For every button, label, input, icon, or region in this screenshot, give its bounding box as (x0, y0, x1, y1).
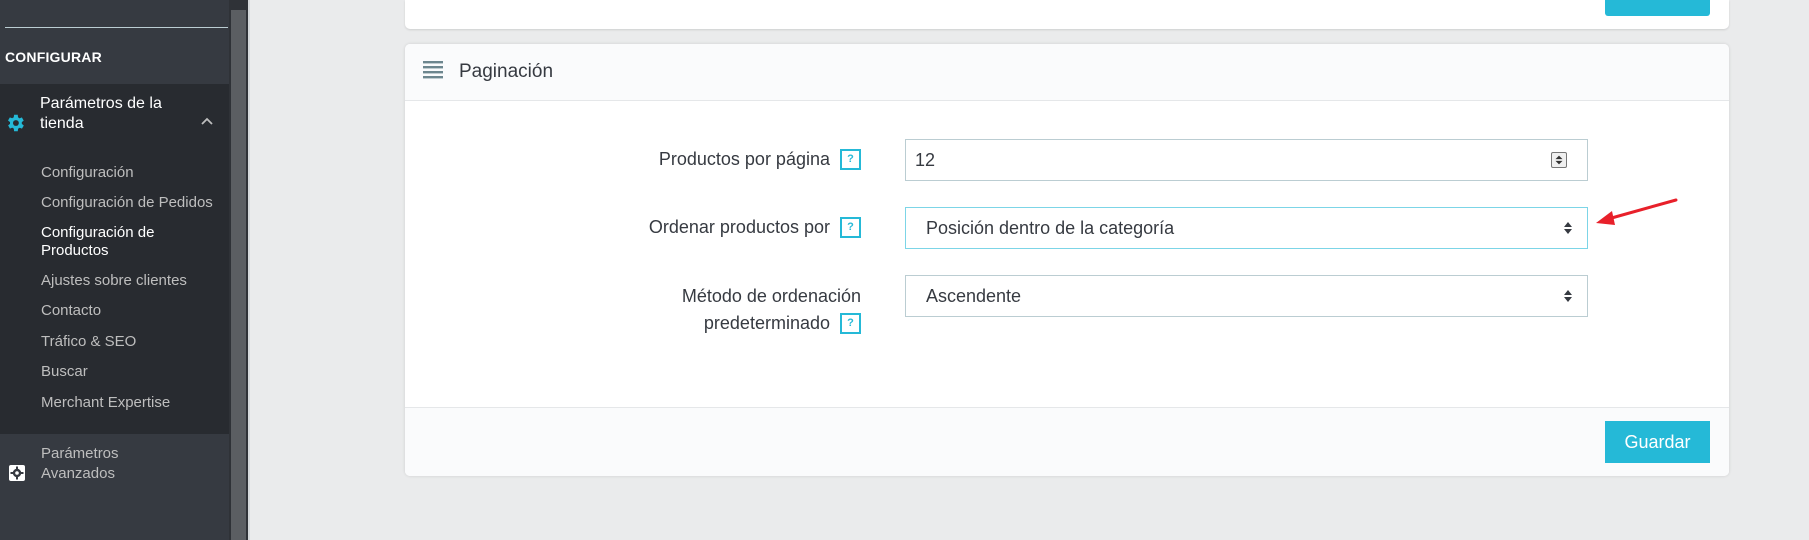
help-icon[interactable]: ? (840, 312, 861, 334)
settings-box-icon (9, 465, 25, 481)
annotation-arrow-icon (1596, 198, 1678, 225)
sidebar-gutter (248, 0, 250, 540)
default-order-method-value: Ascendente (926, 286, 1022, 306)
sidebar-divider (5, 27, 228, 28)
products-per-page-value: 12 (915, 150, 936, 170)
sidebar-item-trafico-seo[interactable]: Tráfico & SEO (41, 333, 136, 351)
pagination-panel: Paginación Productos por página? 12 Orde… (405, 44, 1729, 476)
chevron-up-icon[interactable] (200, 114, 214, 128)
products-per-page-label: Productos por página? (659, 146, 861, 173)
save-button[interactable]: Guardar (1605, 421, 1710, 463)
sidebar-group-store-params: Parámetros de la tienda Configuración Co… (0, 84, 229, 434)
sidebar-item-advanced[interactable]: Parámetros Avanzados (0, 437, 229, 497)
sidebar-group-header[interactable]: Parámetros de la tienda (0, 84, 229, 160)
sidebar-item-config-pedidos[interactable]: Configuración de Pedidos (41, 194, 213, 212)
order-products-select[interactable]: Posición dentro de la categoría (905, 207, 1588, 249)
sidebar-scrollbar-thumb[interactable] (231, 10, 246, 540)
sidebar-item-config-productos[interactable]: Configuración de Productos (41, 224, 221, 260)
previous-panel-save-button[interactable] (1605, 0, 1710, 16)
select-arrows-icon (1564, 222, 1572, 234)
list-icon (423, 61, 443, 79)
sidebar: CONFIGURAR Parámetros de la tienda Confi… (0, 0, 229, 540)
order-products-label-text: Ordenar productos por (648, 217, 830, 237)
select-arrows-icon (1564, 290, 1572, 302)
sidebar-item-ajustes-clientes[interactable]: Ajustes sobre clientes (41, 272, 187, 290)
default-order-method-label: Método de ordenación predeterminado? (682, 283, 861, 337)
help-icon[interactable]: ? (840, 216, 861, 238)
sidebar-item-buscar[interactable]: Buscar (41, 363, 88, 381)
default-order-method-label-line2: predeterminado (703, 313, 830, 333)
sidebar-item-configuracion[interactable]: Configuración (41, 164, 134, 182)
panel-header: Paginación (405, 44, 1729, 101)
default-order-method-label-line1: Método de ordenación (681, 286, 861, 306)
sidebar-advanced-label: Parámetros Avanzados (41, 445, 119, 482)
help-icon[interactable]: ? (840, 148, 861, 170)
order-products-value: Posición dentro de la categoría (926, 218, 1175, 238)
sidebar-section-title: CONFIGURAR (5, 49, 102, 65)
gear-icon (8, 114, 24, 132)
sidebar-item-contacto[interactable]: Contacto (41, 302, 101, 320)
sidebar-item-merchant-expertise[interactable]: Merchant Expertise (41, 394, 170, 412)
default-order-method-label-line2-wrap: predeterminado? (682, 310, 861, 337)
order-products-label: Ordenar productos por? (649, 214, 861, 241)
products-per-page-label-text: Productos por página (658, 149, 830, 169)
panel-footer: Guardar (405, 407, 1729, 476)
number-spinner-icon[interactable] (1551, 152, 1567, 168)
previous-panel (405, 0, 1729, 29)
products-per-page-input[interactable]: 12 (905, 139, 1588, 181)
sidebar-group-title: Parámetros de la tienda (40, 95, 162, 132)
panel-title: Paginación (459, 61, 554, 82)
default-order-method-select[interactable]: Ascendente (905, 275, 1588, 317)
